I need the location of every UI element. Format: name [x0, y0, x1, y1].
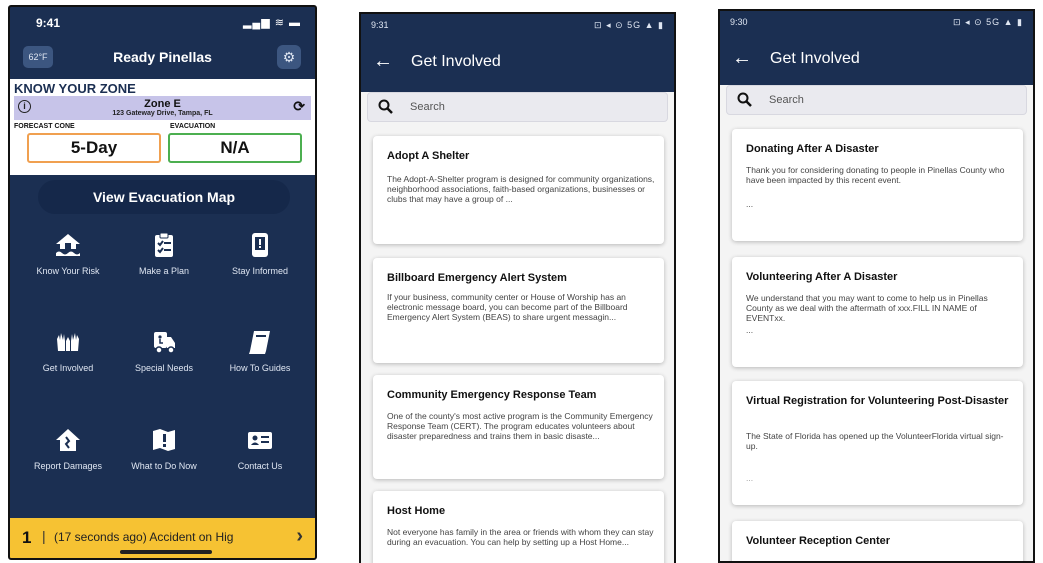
app-header: 62°F Ready Pinellas ⚙ [10, 37, 315, 79]
zone-name: Zone E [144, 98, 181, 110]
status-icons: ▂▄▆ ≋ ▬ [242, 17, 301, 29]
tile-contact-us[interactable]: Contact Us [220, 427, 300, 497]
card-title: Donating After A Disaster [746, 143, 879, 155]
book-icon [220, 329, 300, 359]
tile-label: Make a Plan [138, 266, 190, 276]
tile-what-to-do-now[interactable]: What to Do Now [124, 427, 204, 497]
tile-label: Report Damages [33, 461, 103, 471]
know-your-zone-heading: KNOW YOUR ZONE [14, 81, 136, 96]
gear-icon[interactable]: ⚙ [277, 45, 301, 69]
card-title: Adopt A Shelter [387, 150, 470, 162]
status-bar: 9:41 ▂▄▆ ≋ ▬ [10, 7, 315, 35]
search-placeholder: Search [769, 94, 804, 106]
status-time: 9:41 [36, 16, 61, 30]
map-alert-icon [124, 427, 204, 457]
tile-get-involved[interactable]: Get Involved [28, 329, 108, 399]
chevron-right-icon[interactable]: › [296, 525, 303, 548]
zone-bar[interactable]: i Zone E 123 Gateway Drive, Tampa, FL ⟳ [14, 96, 311, 120]
list-card-adopt-a-shelter[interactable]: Adopt A Shelter The Adopt-A-Shelter prog… [373, 136, 664, 244]
app-header: ← Get Involved [720, 33, 1033, 85]
status-icons: ⊡ ◂ ⊙ 5G ▲ ▮ [594, 20, 664, 30]
tile-stay-informed[interactable]: Stay Informed [220, 232, 300, 302]
tile-report-damages[interactable]: Report Damages [28, 427, 108, 497]
app-title: Ready Pinellas [113, 49, 212, 65]
card-title: Volunteer Reception Center [746, 535, 891, 547]
card-body: The Adopt-A-Shelter program is designed … [387, 174, 655, 204]
ambulance-accessible-icon [124, 329, 204, 359]
phone-home-screen: 9:41 ▂▄▆ ≋ ▬ 62°F Ready Pinellas ⚙ KNOW … [8, 5, 317, 560]
list-card-virtual-registration[interactable]: Virtual Registration for Volunteering Po… [732, 381, 1023, 505]
list-card-reception-center[interactable]: Volunteer Reception Center [732, 521, 1023, 561]
zone-address: 123 Gateway Drive, Tampa, FL [112, 110, 213, 117]
status-time: 9:30 [730, 17, 748, 27]
forecast-cone-value[interactable]: 5-Day [27, 133, 161, 163]
card-title: Host Home [387, 505, 446, 517]
view-evacuation-map-button[interactable]: View Evacuation Map [38, 180, 290, 214]
list-card-billboard-alert[interactable]: Billboard Emergency Alert System If your… [373, 258, 664, 363]
house-flood-icon [28, 232, 108, 262]
card-body: If your business, community center or Ho… [387, 292, 628, 322]
status-bar: 9:30 ⊡ ◂ ⊙ 5G ▲ ▮ [720, 11, 1033, 33]
search-placeholder: Search [410, 101, 445, 113]
tile-label: Get Involved [42, 363, 94, 373]
contact-card-icon [220, 427, 300, 457]
evacuation-value[interactable]: N/A [168, 133, 302, 163]
tile-label: Know Your Risk [36, 266, 100, 276]
list-card-host-home[interactable]: Host Home Not everyone has family in the… [373, 491, 664, 563]
card-title: Community Emergency Response Team [387, 389, 597, 401]
card-ellipsis: ... [746, 473, 754, 483]
status-bar: 9:31 ⊡ ◂ ⊙ 5G ▲ ▮ [361, 14, 674, 36]
know-your-zone-panel: KNOW YOUR ZONE i Zone E 123 Gateway Driv… [10, 79, 315, 175]
search-input[interactable]: Search [367, 92, 668, 122]
alert-ticker[interactable]: 1 | (17 seconds ago) Accident on Hig › [10, 518, 315, 558]
ticker-count: 1 [22, 528, 32, 547]
evacuation-label: EVACUATION [170, 123, 216, 130]
status-time: 9:31 [371, 20, 389, 30]
list-card-volunteering[interactable]: Volunteering After A Disaster We underst… [732, 257, 1023, 367]
card-ellipsis: ... [746, 199, 754, 209]
app-header: ← Get Involved [361, 36, 674, 92]
phone-get-involved-list-2: 9:30 ⊡ ◂ ⊙ 5G ▲ ▮ ← Get Involved Search … [718, 9, 1035, 563]
status-icons: ⊡ ◂ ⊙ 5G ▲ ▮ [953, 17, 1023, 27]
card-body: The State of Florida has opened up the V… [746, 431, 1004, 451]
card-body: One of the county's most active program … [387, 411, 653, 441]
list-card-donating[interactable]: Donating After A Disaster Thank you for … [732, 129, 1023, 241]
card-title: Volunteering After A Disaster [746, 271, 898, 283]
tile-label: Stay Informed [231, 266, 289, 276]
card-body: Thank you for considering donating to pe… [746, 165, 1005, 185]
tile-how-to-guides[interactable]: How To Guides [220, 329, 300, 399]
card-ellipsis: ... [746, 325, 754, 335]
tile-special-needs[interactable]: Special Needs [124, 329, 204, 399]
ticker-text: (17 seconds ago) Accident on Hig [54, 530, 234, 544]
forecast-cone-label: FORECAST CONE [14, 123, 75, 130]
hands-raised-icon [28, 329, 108, 359]
back-arrow-icon[interactable]: ← [732, 47, 752, 70]
tile-make-a-plan[interactable]: Make a Plan [124, 232, 204, 302]
search-icon [737, 92, 753, 111]
tile-know-your-risk[interactable]: Know Your Risk [28, 232, 108, 302]
page-title: Get Involved [770, 50, 860, 67]
ticker-divider: | [42, 528, 46, 544]
search-icon [378, 99, 394, 118]
list-card-cert[interactable]: Community Emergency Response Team One of… [373, 375, 664, 479]
tile-label: Special Needs [134, 363, 194, 373]
card-title: Virtual Registration for Volunteering Po… [746, 395, 1009, 407]
tile-label: What to Do Now [131, 461, 197, 471]
phone-get-involved-list-1: 9:31 ⊡ ◂ ⊙ 5G ▲ ▮ ← Get Involved Search … [359, 12, 676, 563]
card-title: Billboard Emergency Alert System [387, 272, 567, 284]
clipboard-checklist-icon [124, 232, 204, 262]
card-body: Not everyone has family in the area or f… [387, 527, 654, 547]
damaged-house-icon [28, 427, 108, 457]
search-input[interactable]: Search [726, 85, 1027, 115]
back-arrow-icon[interactable]: ← [373, 50, 393, 73]
card-body: We understand that you may want to come … [746, 293, 988, 323]
tile-label: How To Guides [229, 363, 291, 373]
page-title: Get Involved [411, 53, 501, 70]
home-indicator [120, 550, 212, 554]
refresh-icon[interactable]: ⟳ [293, 98, 305, 115]
phone-alert-icon [220, 232, 300, 262]
tile-label: Contact Us [237, 461, 283, 471]
